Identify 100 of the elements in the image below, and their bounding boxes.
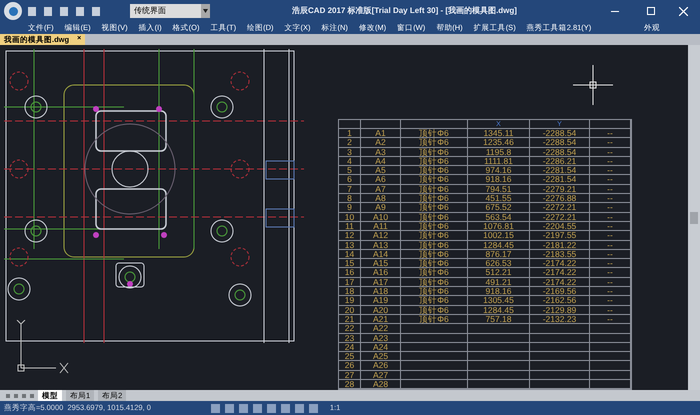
table-cell bbox=[401, 361, 468, 371]
table-cell: A7 bbox=[361, 184, 401, 194]
workspace-dropdown[interactable]: 传统界面 bbox=[130, 4, 210, 18]
table-cell: A2 bbox=[361, 138, 401, 148]
table-cell: A14 bbox=[361, 250, 401, 260]
table-cell: 顶针Φ6 bbox=[401, 296, 468, 306]
table-cell: 16 bbox=[339, 268, 361, 278]
table-cell: A28 bbox=[361, 380, 401, 390]
table-cell bbox=[530, 352, 590, 362]
table-cell: 顶针Φ6 bbox=[401, 156, 468, 166]
table-cell: A19 bbox=[361, 296, 401, 306]
table-cell: 19 bbox=[339, 296, 361, 306]
table-cell bbox=[530, 370, 590, 380]
table-cell: -2174.22 bbox=[530, 268, 590, 278]
table-header-cell bbox=[401, 120, 468, 129]
table-cell bbox=[590, 352, 631, 362]
table-cell: -2174.22 bbox=[530, 259, 590, 268]
table-cell: A20 bbox=[361, 306, 401, 315]
table-cell bbox=[590, 370, 631, 380]
table-cell: 1235.46 bbox=[468, 138, 530, 148]
table-cell: A4 bbox=[361, 156, 401, 166]
vertical-scrollbar[interactable] bbox=[688, 45, 700, 390]
table-cell: -- bbox=[590, 314, 631, 324]
table-cell: A9 bbox=[361, 203, 401, 213]
table-cell: A21 bbox=[361, 314, 401, 324]
app-logo-icon[interactable] bbox=[4, 2, 22, 20]
table-cell: 顶针Φ6 bbox=[401, 175, 468, 185]
table-cell: 24 bbox=[339, 342, 361, 352]
table-cell: -- bbox=[590, 148, 631, 157]
table-cell: A3 bbox=[361, 148, 401, 157]
table-cell: -- bbox=[590, 296, 631, 306]
table-cell: 14 bbox=[339, 250, 361, 260]
table-cell: 8 bbox=[339, 194, 361, 204]
table-cell: 18 bbox=[339, 287, 361, 296]
table-cell bbox=[468, 324, 530, 334]
table-cell: 顶针Φ6 bbox=[401, 306, 468, 315]
table-cell: 1305.45 bbox=[468, 296, 530, 306]
table-cell: A22 bbox=[361, 324, 401, 334]
table-cell: A18 bbox=[361, 287, 401, 296]
table-cell: 26 bbox=[339, 361, 361, 371]
scrollbar-thumb[interactable] bbox=[690, 212, 698, 224]
table-cell: 顶针Φ6 bbox=[401, 268, 468, 278]
table-cell: -- bbox=[590, 278, 631, 288]
table-cell: A26 bbox=[361, 361, 401, 371]
table-cell: -- bbox=[590, 194, 631, 204]
table-cell: -- bbox=[590, 222, 631, 232]
table-cell: 9 bbox=[339, 203, 361, 213]
table-cell: 757.18 bbox=[468, 314, 530, 324]
table-cell: 794.51 bbox=[468, 184, 530, 194]
table-cell: 1111.81 bbox=[468, 156, 530, 166]
table-cell: 顶针Φ6 bbox=[401, 212, 468, 222]
table-cell: 563.54 bbox=[468, 212, 530, 222]
table-cell: 13 bbox=[339, 240, 361, 250]
table-cell: 22 bbox=[339, 324, 361, 334]
table-cell: 11 bbox=[339, 222, 361, 232]
table-cell: 451.55 bbox=[468, 194, 530, 204]
table-cell: -2132.23 bbox=[530, 314, 590, 324]
table-cell: 27 bbox=[339, 370, 361, 380]
table-cell: -- bbox=[590, 175, 631, 185]
table-cell: 顶针Φ6 bbox=[401, 148, 468, 157]
table-cell: 顶针Φ6 bbox=[401, 166, 468, 176]
table-cell: 顶针Φ6 bbox=[401, 222, 468, 232]
minimize-icon[interactable] bbox=[611, 10, 619, 12]
table-cell: A17 bbox=[361, 278, 401, 288]
table-cell: 25 bbox=[339, 352, 361, 362]
table-cell: -- bbox=[590, 166, 631, 176]
table-cell bbox=[530, 324, 590, 334]
table-cell: -2288.54 bbox=[530, 148, 590, 157]
table-cell: 491.21 bbox=[468, 278, 530, 288]
table-cell: 626.53 bbox=[468, 259, 530, 268]
table-cell: 顶针Φ6 bbox=[401, 259, 468, 268]
table-cell: -2272.21 bbox=[530, 203, 590, 213]
table-cell: 675.52 bbox=[468, 203, 530, 213]
table-cell: A25 bbox=[361, 352, 401, 362]
table-cell: 12 bbox=[339, 231, 361, 241]
table-cell: -2129.89 bbox=[530, 306, 590, 315]
table-cell: 3 bbox=[339, 148, 361, 157]
table-cell bbox=[530, 380, 590, 390]
table-cell: 4 bbox=[339, 156, 361, 166]
table-cell: A11 bbox=[361, 222, 401, 232]
table-cell: 顶针Φ6 bbox=[401, 194, 468, 204]
table-cell bbox=[468, 370, 530, 380]
table-cell: A23 bbox=[361, 334, 401, 343]
table-cell: -2276.88 bbox=[530, 194, 590, 204]
maximize-icon[interactable] bbox=[647, 7, 655, 15]
table-cell: A15 bbox=[361, 259, 401, 268]
table-cell: 28 bbox=[339, 380, 361, 390]
table-cell bbox=[401, 352, 468, 362]
table-cell: -- bbox=[590, 268, 631, 278]
table-cell: A6 bbox=[361, 175, 401, 185]
table-cell: 1195.8 bbox=[468, 148, 530, 157]
table-cell: 1284.45 bbox=[468, 306, 530, 315]
table-cell: -- bbox=[590, 203, 631, 213]
table-cell: 顶针Φ6 bbox=[401, 250, 468, 260]
close-icon[interactable] bbox=[679, 6, 688, 16]
table-cell: 顶针Φ6 bbox=[401, 184, 468, 194]
table-cell bbox=[590, 342, 631, 352]
table-cell: -2281.54 bbox=[530, 166, 590, 176]
table-cell: 918.16 bbox=[468, 287, 530, 296]
table-cell: A1 bbox=[361, 129, 401, 138]
